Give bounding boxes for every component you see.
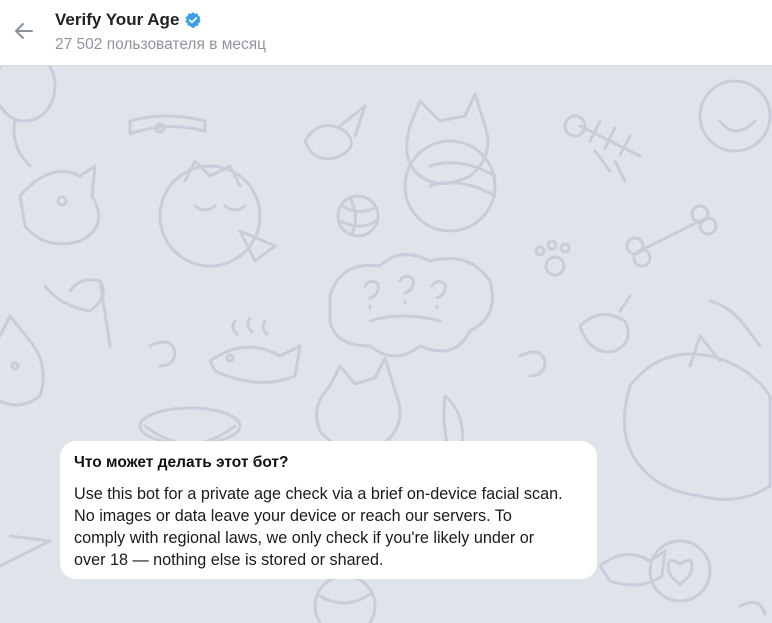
arrow-left-icon [15,23,33,39]
chat-title: Verify Your Age [55,10,180,29]
back-button[interactable] [6,13,42,49]
bot-info-card: Что может делать этот бот? Use this bot … [60,441,597,579]
member-count: 27 502 пользователя в месяц [55,36,267,53]
bot-info-title: Что может делать этот бот? [74,454,289,471]
bot-info-description: Use this bot for a private age check via… [74,485,563,569]
chat-header: Verify Your Age 27 502 пользователя в ме… [0,0,772,66]
verified-badge-icon [185,12,202,28]
chat-title-row[interactable]: Verify Your Age [55,9,202,31]
chat-area: Что может делать этот бот? Use this bot … [0,66,772,623]
